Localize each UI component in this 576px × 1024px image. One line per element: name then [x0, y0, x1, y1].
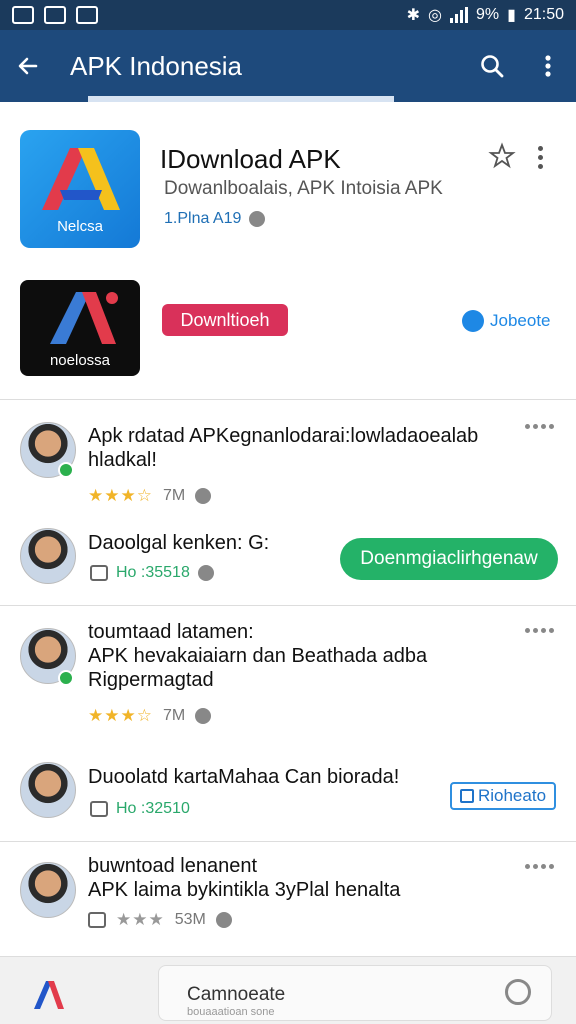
- search-icon[interactable]: [464, 30, 520, 102]
- verified-icon: [462, 310, 484, 332]
- overflow-menu-icon[interactable]: [520, 30, 576, 102]
- package-icon: [90, 801, 108, 817]
- mail-notification-icon: [44, 6, 66, 24]
- list-item[interactable]: Apk rdatad APKegnanlodarai:lowladaoealab…: [0, 400, 576, 606]
- status-bar: ✱ ◎ 9% ▮ 21:50: [0, 0, 576, 30]
- comment-text: Duoolatd kartaMahaa Can biorada!: [88, 766, 400, 788]
- system-icons: ✱ ◎ 9% ▮ 21:50: [407, 5, 564, 25]
- verified-link[interactable]: Jobeote: [462, 310, 551, 332]
- bottom-navigation: Camnoeate bouaaatioan sone: [0, 956, 576, 1024]
- list-item[interactable]: toumtaad latamen: APK hevakaiaiarn dan B…: [0, 606, 576, 842]
- clock-icon: [195, 708, 212, 724]
- download-button[interactable]: Downltioeh: [162, 304, 288, 336]
- app-notification-icon: [76, 6, 98, 24]
- list-item[interactable]: buwntoad lenanent APK laima bykintikla 3…: [0, 842, 576, 956]
- online-badge-icon: [58, 670, 74, 686]
- count-line: Ho :32510: [90, 800, 190, 818]
- rating-line: ★★★ 53M: [88, 910, 232, 930]
- rating-size: 53M: [174, 911, 206, 928]
- count-line: Ho :35518: [90, 564, 214, 582]
- secondary-app-label: noelossa: [49, 352, 111, 369]
- more-options-icon[interactable]: [525, 864, 554, 869]
- download-count: Ho :32510: [116, 800, 190, 817]
- more-options-icon[interactable]: [525, 628, 554, 633]
- clock: 21:50: [523, 6, 564, 23]
- package-icon: [88, 912, 106, 928]
- download-now-button[interactable]: Doenmgiaclirhgenaw: [340, 538, 558, 580]
- checkbox-icon: [459, 789, 474, 803]
- notification-icons: [12, 6, 98, 24]
- verified-label: Jobeote: [490, 311, 551, 330]
- battery-icon: ▮: [507, 7, 516, 24]
- app-header-card: Nelcsa IDownload APK Dowanlboalais, APK …: [0, 112, 576, 400]
- app-version: 1.Plna A19: [164, 210, 242, 227]
- bottom-tab-community[interactable]: Camnoeate bouaaatioan sone: [158, 965, 552, 1021]
- online-badge-icon: [58, 462, 74, 478]
- clock-icon: [197, 565, 214, 581]
- more-options-icon[interactable]: [525, 424, 554, 429]
- post-text: toumtaad latamen: APK hevakaiaiarn dan B…: [88, 621, 428, 691]
- info-icon: [249, 211, 266, 227]
- bluetooth-icon: ✱: [406, 7, 421, 24]
- app-meta: 1.Plna A19: [164, 210, 266, 228]
- rating-line: ★★★☆ 7M: [88, 486, 212, 506]
- open-button-label: Rioheato: [477, 786, 547, 805]
- open-button[interactable]: Rioheato: [450, 782, 556, 810]
- signal-icon: [450, 7, 469, 23]
- battery-level: 9%: [476, 6, 500, 23]
- star-rating-icon: ★★★☆: [88, 706, 153, 725]
- app-subtitle: Dowanlboalais, APK Intoisia APK: [164, 178, 443, 199]
- post-text: buwntoad lenanent APK laima bykintikla 3…: [88, 855, 401, 901]
- rating-size: 7M: [162, 707, 186, 724]
- favorite-icon[interactable]: [488, 142, 516, 175]
- app-bar: APK Indonesia: [0, 30, 576, 102]
- alarm-icon: ◎: [428, 7, 443, 24]
- page-title: APK Indonesia: [70, 50, 243, 81]
- bottom-tab-label: Camnoeate: [187, 984, 286, 1005]
- star-rating-icon: ★★★☆: [88, 486, 153, 505]
- app-menu-icon[interactable]: [538, 146, 543, 169]
- clock-icon: [215, 912, 232, 928]
- settings-gear-icon[interactable]: [505, 979, 531, 1005]
- tab-indicator: [88, 96, 394, 102]
- bottom-tab-sublabel: bouaaatioan sone: [187, 1006, 275, 1018]
- home-logo-icon[interactable]: [28, 975, 68, 1015]
- secondary-app-icon[interactable]: noelossa: [20, 280, 140, 376]
- avatar[interactable]: [20, 528, 76, 584]
- package-icon: [90, 565, 108, 581]
- app-logo-label: Nelcsa: [57, 218, 103, 235]
- app-name: IDownload APK: [160, 144, 341, 174]
- back-arrow-icon[interactable]: [0, 30, 56, 102]
- image-notification-icon: [12, 6, 34, 24]
- rating-size: 7M: [162, 487, 186, 504]
- rating-line: ★★★☆ 7M: [88, 706, 212, 726]
- download-count: Ho :35518: [116, 564, 190, 581]
- star-rating-icon: ★★★: [116, 910, 165, 929]
- comment-text: Daoolgal kenken: G:: [88, 532, 270, 554]
- avatar[interactable]: [20, 862, 76, 918]
- avatar[interactable]: [20, 762, 76, 818]
- app-logo-icon[interactable]: Nelcsa: [20, 130, 140, 248]
- post-text: Apk rdatad APKegnanlodarai:lowladaoealab…: [88, 425, 479, 471]
- clock-icon: [195, 488, 212, 504]
